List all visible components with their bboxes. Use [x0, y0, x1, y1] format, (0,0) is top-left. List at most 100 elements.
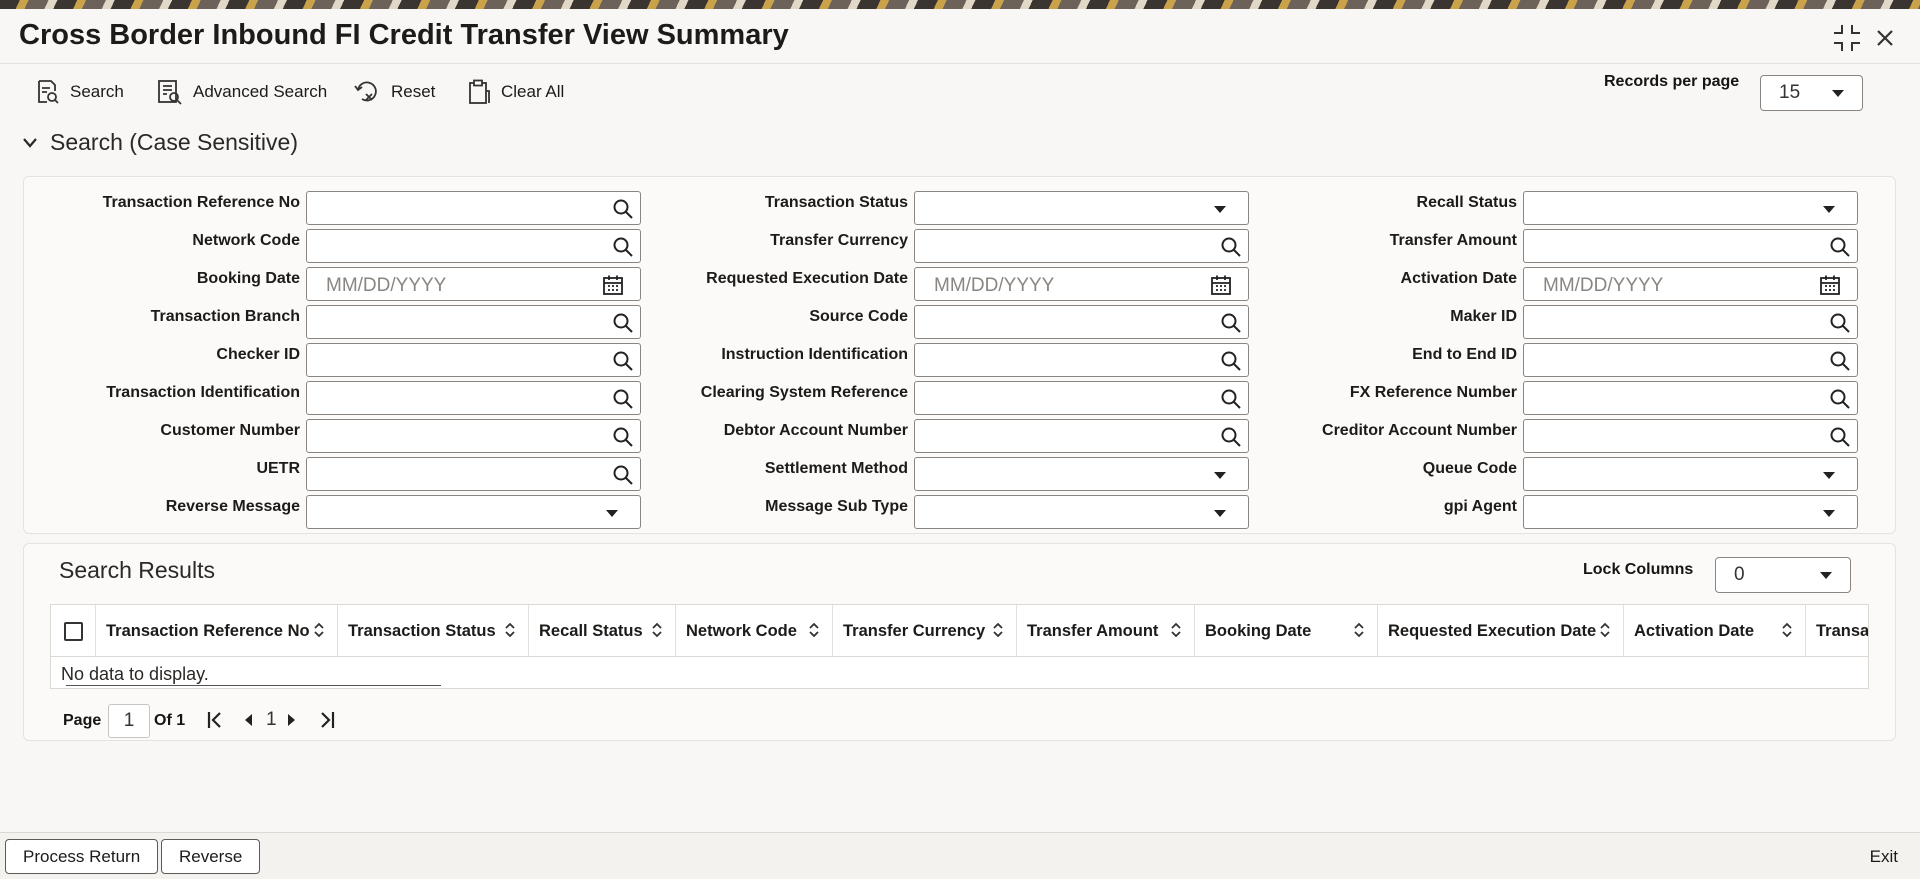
end-to-end-id-input[interactable]: [1523, 343, 1858, 377]
lock-columns-select[interactable]: 0: [1715, 557, 1851, 593]
uetr-input[interactable]: [306, 457, 641, 491]
reset-button[interactable]: Reset: [353, 78, 435, 106]
recall-status-select[interactable]: [1523, 191, 1858, 225]
search-icon[interactable]: [1829, 236, 1851, 263]
column-header-transfer-currency[interactable]: Transfer Currency: [833, 605, 1017, 657]
search-section-toggle[interactable]: Search (Case Sensitive): [22, 129, 298, 156]
transaction-identification-input[interactable]: [306, 381, 641, 415]
calendar-icon[interactable]: [602, 274, 624, 301]
transaction-reference-no-input[interactable]: [306, 191, 641, 225]
column-header-label: Transfer Currency: [843, 621, 986, 640]
column-header-label: Requested Execution Date: [1388, 621, 1597, 640]
search-button[interactable]: Search: [36, 78, 124, 106]
gpi-agent-select[interactable]: [1523, 495, 1858, 529]
chevron-down-icon: [1214, 206, 1226, 213]
transaction-branch-input[interactable]: [306, 305, 641, 339]
search-icon[interactable]: [612, 426, 634, 453]
first-page-icon[interactable]: [206, 710, 224, 730]
previous-page-icon[interactable]: [242, 710, 254, 730]
advanced-search-button[interactable]: Advanced Search: [157, 78, 327, 106]
transfer-currency-input[interactable]: [914, 229, 1249, 263]
lock-columns-label: Lock Columns: [1583, 561, 1694, 578]
gpi-agent-label: gpi Agent: [1443, 498, 1517, 515]
reverse-message-select[interactable]: [306, 495, 641, 529]
creditor-account-number-label: Creditor Account Number: [1322, 422, 1517, 439]
exit-button[interactable]: Exit: [1870, 847, 1898, 867]
queue-code-select[interactable]: [1523, 457, 1858, 491]
network-code-input[interactable]: [306, 229, 641, 263]
sort-icon[interactable]: [808, 621, 820, 639]
last-page-icon[interactable]: [318, 710, 336, 730]
search-icon[interactable]: [1220, 312, 1242, 339]
sort-icon[interactable]: [313, 621, 325, 639]
clear-all-button-label: Clear All: [501, 82, 565, 101]
page-number-input[interactable]: 1: [108, 704, 150, 738]
sort-icon[interactable]: [1599, 621, 1611, 639]
column-header-transaction-status[interactable]: Transaction Status: [338, 605, 529, 657]
booking-date-label: Booking Date: [196, 270, 300, 287]
sort-icon[interactable]: [1781, 621, 1793, 639]
search-doc-icon: [38, 80, 59, 104]
search-icon[interactable]: [1829, 312, 1851, 339]
transfer-amount-input[interactable]: [1523, 229, 1858, 263]
transfer-currency-label: Transfer Currency: [770, 232, 908, 249]
search-icon[interactable]: [1220, 426, 1242, 453]
sort-icon[interactable]: [1170, 621, 1182, 639]
search-icon[interactable]: [1829, 388, 1851, 415]
booking-date-input[interactable]: MM/DD/YYYY: [306, 267, 641, 301]
search-icon[interactable]: [612, 312, 634, 339]
customer-number-input[interactable]: [306, 419, 641, 453]
search-icon[interactable]: [612, 464, 634, 491]
search-icon[interactable]: [1220, 388, 1242, 415]
column-header-label: Transac: [1816, 621, 1869, 640]
column-header-booking-date[interactable]: Booking Date: [1195, 605, 1378, 657]
clear-all-button[interactable]: Clear All: [467, 78, 564, 106]
sort-icon[interactable]: [992, 621, 1004, 639]
search-icon[interactable]: [612, 350, 634, 377]
message-sub-type-select[interactable]: [914, 495, 1249, 529]
search-icon[interactable]: [612, 198, 634, 225]
sort-icon[interactable]: [1353, 621, 1365, 639]
calendar-icon[interactable]: [1819, 274, 1841, 301]
divider: [66, 685, 441, 686]
search-icon[interactable]: [612, 388, 634, 415]
calendar-icon[interactable]: [1210, 274, 1232, 301]
current-page-number: 1: [266, 709, 277, 730]
column-header-activation-date[interactable]: Activation Date: [1624, 605, 1806, 657]
column-header-transaction-reference-no[interactable]: Transaction Reference No: [96, 605, 338, 657]
column-header-transfer-amount[interactable]: Transfer Amount: [1017, 605, 1195, 657]
creditor-account-number-input[interactable]: [1523, 419, 1858, 453]
source-code-input[interactable]: [914, 305, 1249, 339]
process-return-button[interactable]: Process Return: [5, 839, 159, 874]
column-header-requested-execution-date[interactable]: Requested Execution Date: [1378, 605, 1624, 657]
debtor-account-number-input[interactable]: [914, 419, 1249, 453]
search-icon[interactable]: [1829, 350, 1851, 377]
search-icon[interactable]: [1829, 426, 1851, 453]
fx-reference-number-input[interactable]: [1523, 381, 1858, 415]
column-header-network-code[interactable]: Network Code: [676, 605, 833, 657]
reverse-button[interactable]: Reverse: [161, 839, 261, 874]
records-per-page-select[interactable]: 15: [1760, 75, 1863, 111]
sort-icon[interactable]: [504, 621, 516, 639]
checker-id-input[interactable]: [306, 343, 641, 377]
sort-icon[interactable]: [651, 621, 663, 639]
column-header-recall-status[interactable]: Recall Status: [529, 605, 676, 657]
clearing-system-reference-input[interactable]: [914, 381, 1249, 415]
end-to-end-id-label: End to End ID: [1412, 346, 1517, 363]
activation-date-input[interactable]: MM/DD/YYYY: [1523, 267, 1858, 301]
search-icon[interactable]: [1220, 350, 1242, 377]
collapse-icon[interactable]: [1832, 23, 1862, 53]
instruction-identification-input[interactable]: [914, 343, 1249, 377]
next-page-icon[interactable]: [286, 710, 298, 730]
search-icon[interactable]: [1220, 236, 1242, 263]
transaction-status-select[interactable]: [914, 191, 1249, 225]
records-per-page-value: 15: [1779, 82, 1801, 103]
column-header-transac[interactable]: Transac: [1806, 605, 1869, 657]
reset-icon: [354, 81, 377, 102]
maker-id-input[interactable]: [1523, 305, 1858, 339]
settlement-method-select[interactable]: [914, 457, 1249, 491]
close-icon[interactable]: [1870, 23, 1900, 53]
select-all-checkbox[interactable]: [64, 622, 83, 641]
requested-execution-date-input[interactable]: MM/DD/YYYY: [914, 267, 1249, 301]
search-icon[interactable]: [612, 236, 634, 263]
